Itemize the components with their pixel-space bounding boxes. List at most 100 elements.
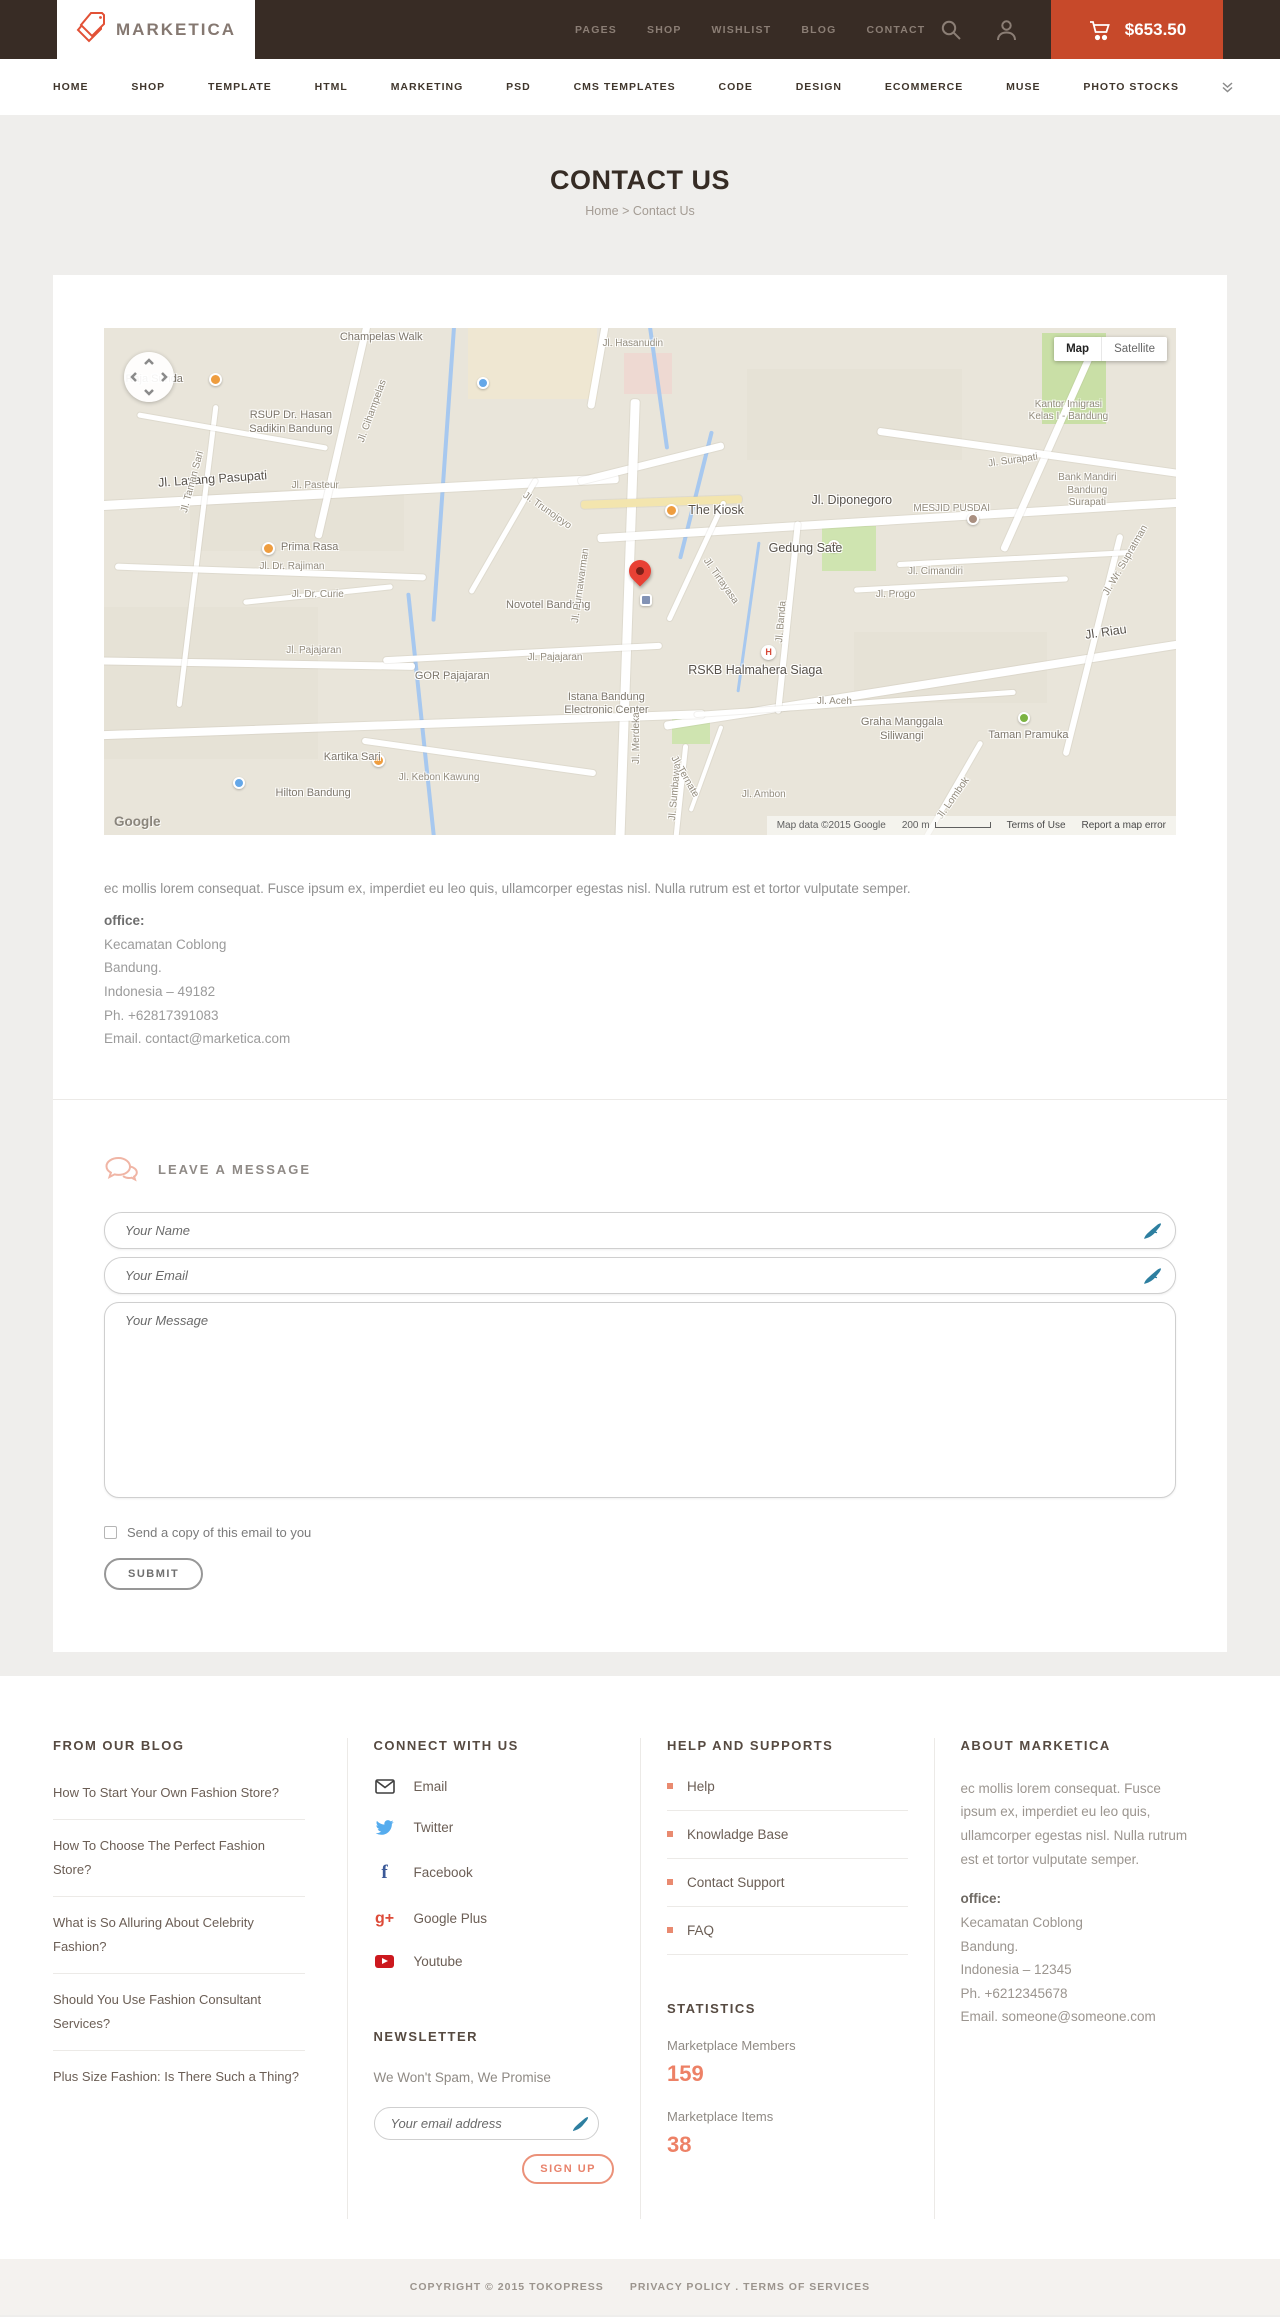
top-nav-pages[interactable]: PAGES [575,24,617,36]
map-type-satellite-button[interactable]: Satellite [1101,337,1167,361]
square-bullet-icon [667,1927,673,1934]
map-label: Jl. Kebon Kawung [398,771,480,783]
map-label: Hilton Bandung [275,786,351,799]
help-link[interactable]: Knowladge Base [667,1811,908,1859]
menu-item-html[interactable]: HTML [315,81,348,93]
breadcrumb: Home > Contact Us [0,204,1280,218]
blog-link[interactable]: Plus Size Fashion: Is There Such a Thing… [53,2051,305,2103]
top-nav-blog[interactable]: BLOG [801,24,836,36]
map-label: Jl. Ambon [741,789,786,801]
menu-item-home[interactable]: HOME [53,81,89,93]
message-textarea[interactable] [104,1301,1176,1498]
top-nav: PAGES SHOP WISHLIST BLOG CONTACT [575,24,925,36]
shopping-poi-icon [477,376,490,389]
stat-items: Marketplace Items 38 [667,2109,908,2158]
content-card: H Champelas Walk Jl. Hasanudin Raja Sund… [53,275,1227,1652]
menu-item-marketing[interactable]: MARKETING [391,81,464,93]
cart-button[interactable]: $653.50 [1051,0,1223,59]
main-menu: HOME SHOP TEMPLATE HTML MARKETING PSD CM… [0,59,1280,115]
map-label: Jl. Merdeka [631,712,643,765]
map-label: Jl. Pajajaran [286,644,342,656]
cart-total: $653.50 [1124,19,1187,39]
pan-arrows-icon [130,358,168,396]
square-bullet-icon [667,1783,673,1790]
name-input[interactable] [104,1211,1176,1249]
map-label: Istana Bandung Electronic Center [564,690,649,717]
map-attribution: Map data ©2015 Google 200 m Terms of Use… [766,816,1176,835]
map-label: Jl. Trunojoyo [521,490,574,532]
pen-icon [1144,1223,1161,1239]
menu-item-ecommerce[interactable]: ECOMMERCE [885,81,963,93]
youtube-link[interactable]: Youtube [374,1954,615,1969]
top-nav-wishlist[interactable]: WISHLIST [712,24,772,36]
page: MARKETICA PAGES SHOP WISHLIST BLOG CONTA… [0,0,1280,2315]
top-nav-contact[interactable]: CONTACT [866,24,925,36]
footer-about-column: ABOUT MARKETICA ec mollis lorem consequa… [933,1737,1228,2219]
map-label: MESJID PUSDAI [913,502,991,514]
blog-link[interactable]: How To Choose The Perfect Fashion Store? [53,1820,305,1897]
restaurant-poi-icon [664,504,678,518]
map-label: Jl. Purnawarman [570,547,592,624]
map-label: Kartika Sari [323,751,381,764]
help-link[interactable]: Contact Support [667,1859,908,1907]
about-office-line: Ph. +6212345678 [960,1985,1068,2001]
page-title: CONTACT US [550,165,730,195]
user-icon[interactable] [996,19,1017,41]
about-office-label: office: [960,1891,1002,1907]
google-map[interactable]: H Champelas Walk Jl. Hasanudin Raja Sund… [104,328,1176,835]
chevron-down-icon[interactable] [1222,81,1233,93]
twitter-link[interactable]: Twitter [374,1819,615,1836]
office-line: Email. contact@marketica.com [104,1031,291,1047]
menu-item-template[interactable]: TEMPLATE [208,81,272,93]
help-link[interactable]: FAQ [667,1907,908,1955]
map-type-map-button[interactable]: Map [1054,337,1102,361]
menu-item-design[interactable]: DESIGN [796,81,842,93]
facebook-link[interactable]: f Facebook [374,1862,615,1884]
menu-item-cms-templates[interactable]: CMS TEMPLATES [574,81,676,93]
cart-icon [1089,20,1110,40]
menu-item-code[interactable]: CODE [719,81,753,93]
pen-icon [572,2116,588,2131]
menu-item-shop[interactable]: SHOP [131,81,165,93]
terms-of-services-link[interactable]: TERMS OF SERVICES [743,2281,870,2293]
top-nav-shop[interactable]: SHOP [647,24,682,36]
breadcrumb-home[interactable]: Home [585,204,618,218]
brand-logo[interactable]: MARKETICA [57,0,255,59]
submit-button[interactable]: SUBMIT [104,1557,204,1590]
footer-blog-column: FROM OUR BLOG How To Start Your Own Fash… [53,1738,347,2219]
section-divider [53,1098,1227,1100]
email-link[interactable]: Email [374,1779,615,1794]
email-input[interactable] [104,1256,1176,1294]
report-map-error-link[interactable]: Report a map error [1082,820,1166,831]
footer-help-column: HELP AND SUPPORTS Help Knowladge Base Co… [640,1737,934,2219]
office-line: Ph. +62817391083 [104,1007,219,1023]
blog-link[interactable]: How To Start Your Own Fashion Store? [53,1767,305,1820]
newsletter-email-input[interactable] [373,2106,599,2140]
blog-link[interactable]: What is So Alluring About Celebrity Fash… [53,1897,305,1974]
send-copy-checkbox[interactable] [104,1525,117,1539]
blog-list: How To Start Your Own Fashion Store? How… [53,1767,321,2103]
blog-link[interactable]: Should You Use Fashion Consultant Servic… [53,1974,305,2052]
privacy-policy-link[interactable]: PRIVACY POLICY [630,2281,732,2293]
about-office-line: Kecamatan Coblong [960,1914,1083,1930]
newsletter-heading: NEWSLETTER [373,2028,479,2044]
map-label: Kantor Imigrasi Kelas I - Bandung [1028,398,1109,423]
about-office-line: Indonesia – 12345 [960,1962,1072,1978]
copyright-text: COPYRIGHT © 2015 TOKOPRESS [409,2280,604,2293]
help-heading: HELP AND SUPPORTS [667,1737,834,1753]
restaurant-poi-icon [261,542,275,556]
search-icon[interactable] [940,19,962,41]
menu-item-psd[interactable]: PSD [506,81,531,93]
menu-item-muse[interactable]: MUSE [1006,81,1040,93]
footer-links: PRIVACY POLICY . TERMS OF SERVICES [629,2280,871,2293]
menu-item-photo-stocks[interactable]: PHOTO STOCKS [1083,81,1179,93]
map-label: Jl. Riau [1084,621,1128,642]
terms-of-use-link[interactable]: Terms of Use [1007,820,1066,831]
help-link[interactable]: Help [667,1763,908,1811]
map-label: GOR Pajajaran [414,670,490,683]
google-plus-link[interactable]: g+ Google Plus [374,1910,615,1928]
sign-up-button[interactable]: SIGN UP [522,2153,614,2184]
office-label: office: [104,913,145,928]
scale-bar [934,822,991,828]
map-pan-control[interactable] [124,352,174,402]
